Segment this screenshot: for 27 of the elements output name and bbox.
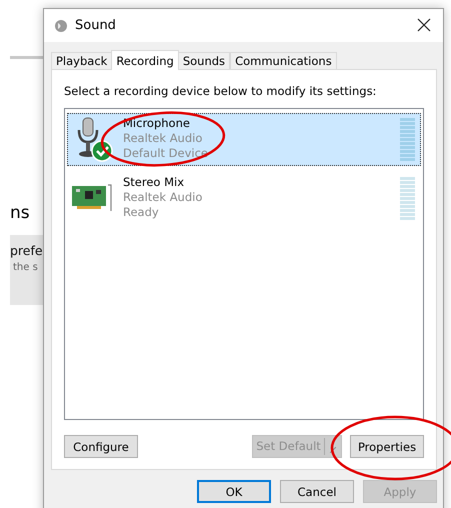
device-driver: Realtek Audio (123, 131, 204, 145)
tab[interactable]: Communications (230, 52, 337, 70)
tab[interactable]: Sounds (178, 52, 230, 70)
panel-button[interactable]: Properties (350, 435, 424, 458)
device-item[interactable]: Microphone Realtek Audio Default Device (67, 113, 421, 166)
dialog-button[interactable]: OK (197, 480, 271, 503)
level-meter-icon (400, 177, 415, 221)
panel-subtitle: the s (12, 262, 39, 273)
tab[interactable]: Recording (111, 50, 179, 70)
level-meter-icon (400, 118, 415, 162)
device-status: Default Device (123, 146, 210, 160)
instruction-text: Select a recording device below to modify its settings: (64, 84, 378, 98)
tab[interactable]: Playback (51, 52, 112, 70)
speaker-icon (54, 18, 68, 32)
settings-panel[interactable]: prefe the s (10, 235, 44, 305)
device-name: Microphone (123, 116, 191, 130)
close-button[interactable] (417, 18, 433, 34)
window-title: Sound (75, 18, 117, 33)
dialog-button[interactable]: Cancel (280, 480, 354, 503)
panel-button[interactable]: Configure (64, 435, 138, 458)
caret-icon (330, 446, 336, 452)
page-heading: ns (10, 203, 31, 223)
panel-title: prefe (10, 243, 43, 258)
device-name: Stereo Mix (123, 175, 186, 189)
device-status: Ready (123, 205, 160, 219)
device-driver: Realtek Audio (123, 190, 204, 204)
device-item[interactable]: Stereo Mix Realtek Audio Ready (67, 172, 421, 225)
